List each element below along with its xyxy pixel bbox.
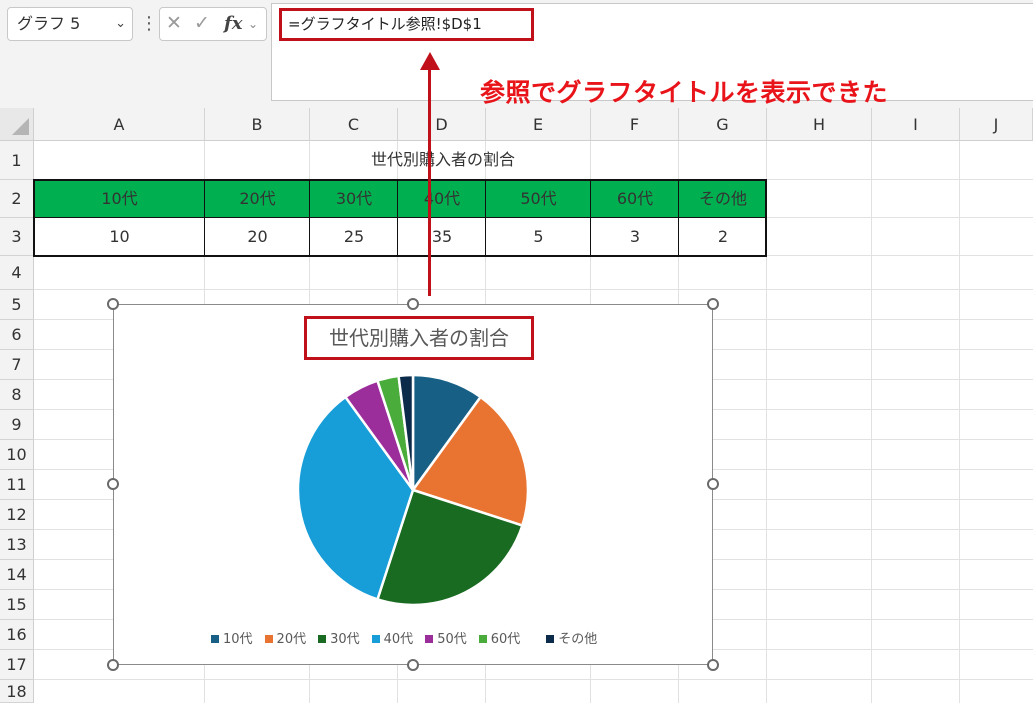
annotation-callout: 参照でグラフタイトルを表示できた (480, 78, 889, 107)
chevron-down-icon[interactable]: ⌄ (248, 17, 258, 31)
legend-label: 50代 (437, 632, 467, 647)
legend-label: 60代 (490, 632, 521, 647)
table-column-divider (678, 180, 679, 257)
resize-handle[interactable] (107, 298, 119, 310)
legend-item[interactable]: 30代 (318, 628, 360, 647)
row-header-4[interactable]: 4 (0, 256, 34, 290)
table-column-divider (309, 180, 310, 257)
column-header-j[interactable]: J (960, 108, 1033, 141)
row-header-6[interactable]: 6 (0, 320, 34, 350)
legend-swatch (478, 634, 487, 643)
select-all-icon (12, 118, 29, 135)
resize-handle[interactable] (407, 659, 419, 671)
legend-item[interactable]: 20代 (264, 628, 307, 647)
table-column-divider (590, 180, 591, 257)
chart-legend[interactable]: 10代 20代 30代 40代 50代 60代 その他 (211, 628, 609, 648)
legend-swatch (264, 634, 273, 643)
resize-handle[interactable] (107, 659, 119, 671)
table-divider (34, 217, 767, 218)
enter-check-icon[interactable]: ✓ (194, 12, 210, 34)
legend-swatch (371, 634, 380, 643)
legend-item[interactable]: 40代 (371, 628, 414, 647)
legend-item[interactable]: 10代 (211, 628, 253, 647)
row-header-16[interactable]: 16 (0, 620, 34, 650)
legend-item[interactable]: 60代 (478, 628, 521, 647)
pie-svg (296, 373, 530, 607)
pie-chart[interactable]: 世代別購入者の割合 10代 20代 30代 40代 50代 60代 その他 (113, 304, 713, 665)
chevron-down-icon[interactable]: ⌄ (115, 8, 126, 40)
row-header-18[interactable]: 18 (0, 680, 34, 703)
name-box-value: グラフ 5 (17, 14, 81, 33)
legend-label: 40代 (383, 632, 414, 647)
legend-item[interactable]: 50代 (425, 628, 467, 647)
grid-row-line (34, 289, 1033, 290)
legend-swatch (546, 634, 555, 643)
table-column-divider (397, 180, 398, 257)
column-header-h[interactable]: H (767, 108, 872, 141)
row-header-10[interactable]: 10 (0, 440, 34, 470)
row-header-15[interactable]: 15 (0, 590, 34, 620)
column-header-i[interactable]: I (872, 108, 960, 141)
spreadsheet-grid: ABCDEFGHIJ 1 2 3 4 5 6 7 8 9 10 11 12 13 14 15 16 17 18 世… (0, 108, 1033, 703)
legend-label: 30代 (330, 632, 360, 647)
column-header-a[interactable]: A (34, 108, 205, 141)
row-header-3[interactable]: 3 (0, 218, 34, 256)
formula-text-highlight: =グラフタイトル参照!$D$1 (279, 8, 534, 41)
resize-handle[interactable] (707, 659, 719, 671)
table-column-divider (204, 180, 205, 257)
row-header-11[interactable]: 11 (0, 470, 34, 500)
cell-d1-title[interactable]: 世代別購入者の割合 (310, 140, 576, 180)
legend-label: 20代 (276, 632, 307, 647)
table-border (33, 179, 767, 257)
column-header-g[interactable]: G (679, 108, 767, 141)
row-header-13[interactable]: 13 (0, 530, 34, 560)
legend-swatch (425, 634, 434, 643)
row-header-2[interactable]: 2 (0, 180, 34, 218)
legend-swatch (211, 634, 219, 643)
annotation-arrow-head (420, 52, 440, 70)
annotation-arrow-line (428, 64, 431, 296)
select-all-corner[interactable] (0, 108, 34, 141)
column-header-f[interactable]: F (591, 108, 679, 141)
formula-text: =グラフタイトル参照!$D$1 (288, 15, 482, 33)
resize-handle[interactable] (707, 298, 719, 310)
column-header-b[interactable]: B (205, 108, 310, 141)
column-header-e[interactable]: E (486, 108, 591, 141)
name-box[interactable]: グラフ 5 ⌄ (7, 7, 133, 41)
cancel-icon[interactable]: ✕ (166, 12, 182, 34)
more-options-icon[interactable]: ⋮ (140, 10, 158, 38)
column-header-c[interactable]: C (310, 108, 398, 141)
row-header-14[interactable]: 14 (0, 560, 34, 590)
grid-row-line (34, 679, 1033, 680)
column-header-d[interactable]: D (398, 108, 486, 141)
legend-swatch (318, 634, 327, 643)
legend-label: 10代 (223, 632, 253, 647)
row-header-12[interactable]: 12 (0, 500, 34, 530)
row-header-1[interactable]: 1 (0, 141, 34, 180)
row-header-17[interactable]: 17 (0, 650, 34, 680)
insert-function-icon[interactable]: fx (224, 13, 242, 34)
table-column-divider (485, 180, 486, 257)
legend-item[interactable]: その他 (546, 628, 597, 647)
row-header-5[interactable]: 5 (0, 290, 34, 320)
legend-label: その他 (558, 632, 598, 647)
row-header-7[interactable]: 7 (0, 350, 34, 380)
resize-handle[interactable] (707, 478, 719, 490)
row-header-9[interactable]: 9 (0, 410, 34, 440)
formula-controls: ✕ ✓ fx ⌄ (159, 7, 267, 41)
row-header-8[interactable]: 8 (0, 380, 34, 410)
resize-handle[interactable] (107, 478, 119, 490)
resize-handle[interactable] (407, 298, 419, 310)
